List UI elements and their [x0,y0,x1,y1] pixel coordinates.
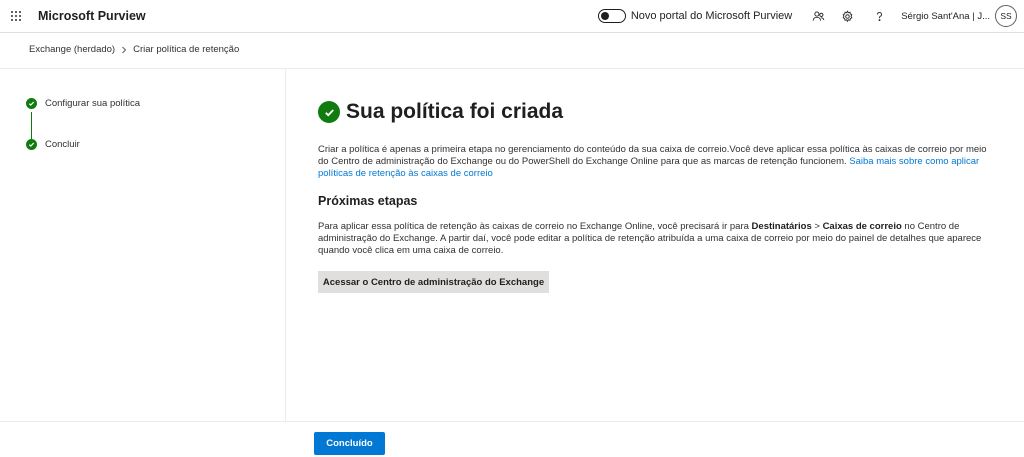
chevron-right-icon [121,46,127,54]
app-title[interactable]: Microsoft Purview [38,9,146,23]
new-portal-toggle[interactable]: Novo portal do Microsoft Purview [597,9,793,23]
next-steps-paragraph: Para aplicar essa política de retenção à… [318,221,990,257]
step-label: Concluir [45,139,80,150]
top-bar: Microsoft Purview Novo portal do Microso… [0,0,1024,33]
help-icon[interactable] [869,6,889,26]
step-configure[interactable]: Configurar sua política [26,98,140,109]
step-label: Configurar sua política [45,98,141,109]
open-exchange-admin-button[interactable]: Acessar o Centro de administração do Exc… [318,271,549,293]
step-connector [31,112,33,140]
app-launcher-icon[interactable] [5,5,27,27]
next-text-part: Para aplicar essa política de retenção à… [318,221,752,232]
avatar[interactable]: SS [995,5,1017,27]
check-circle-icon [26,98,37,109]
next-text-part: > [811,221,823,232]
intro-paragraph: Criar a política é apenas a primeira eta… [318,144,990,180]
user-name[interactable]: Sérgio Sant'Ana | J... [901,11,990,22]
title-row: Sua política foi criada [318,100,563,124]
done-button[interactable]: Concluído [314,432,385,455]
step-finish[interactable]: Concluir [26,139,80,150]
page-title: Sua política foi criada [346,100,564,123]
breadcrumb: Exchange (herdado) Criar política de ret… [29,44,239,55]
success-check-icon [318,101,340,123]
gear-icon[interactable] [837,6,857,26]
footer-divider [0,421,1024,422]
wizard-steps: Configurar sua política Concluir [0,69,286,421]
next-steps-heading: Próximas etapas [318,194,418,208]
check-circle-icon [26,139,37,150]
breadcrumb-item-current: Criar política de retenção [133,44,240,55]
mailboxes-bold: Caixas de correio [822,221,902,232]
breadcrumb-item-exchange[interactable]: Exchange (herdado) [29,44,115,55]
toggle-label: Novo portal do Microsoft Purview [630,10,793,22]
people-icon[interactable] [808,6,828,26]
recipients-bold: Destinatários [751,221,812,232]
toggle-switch[interactable] [597,9,626,23]
